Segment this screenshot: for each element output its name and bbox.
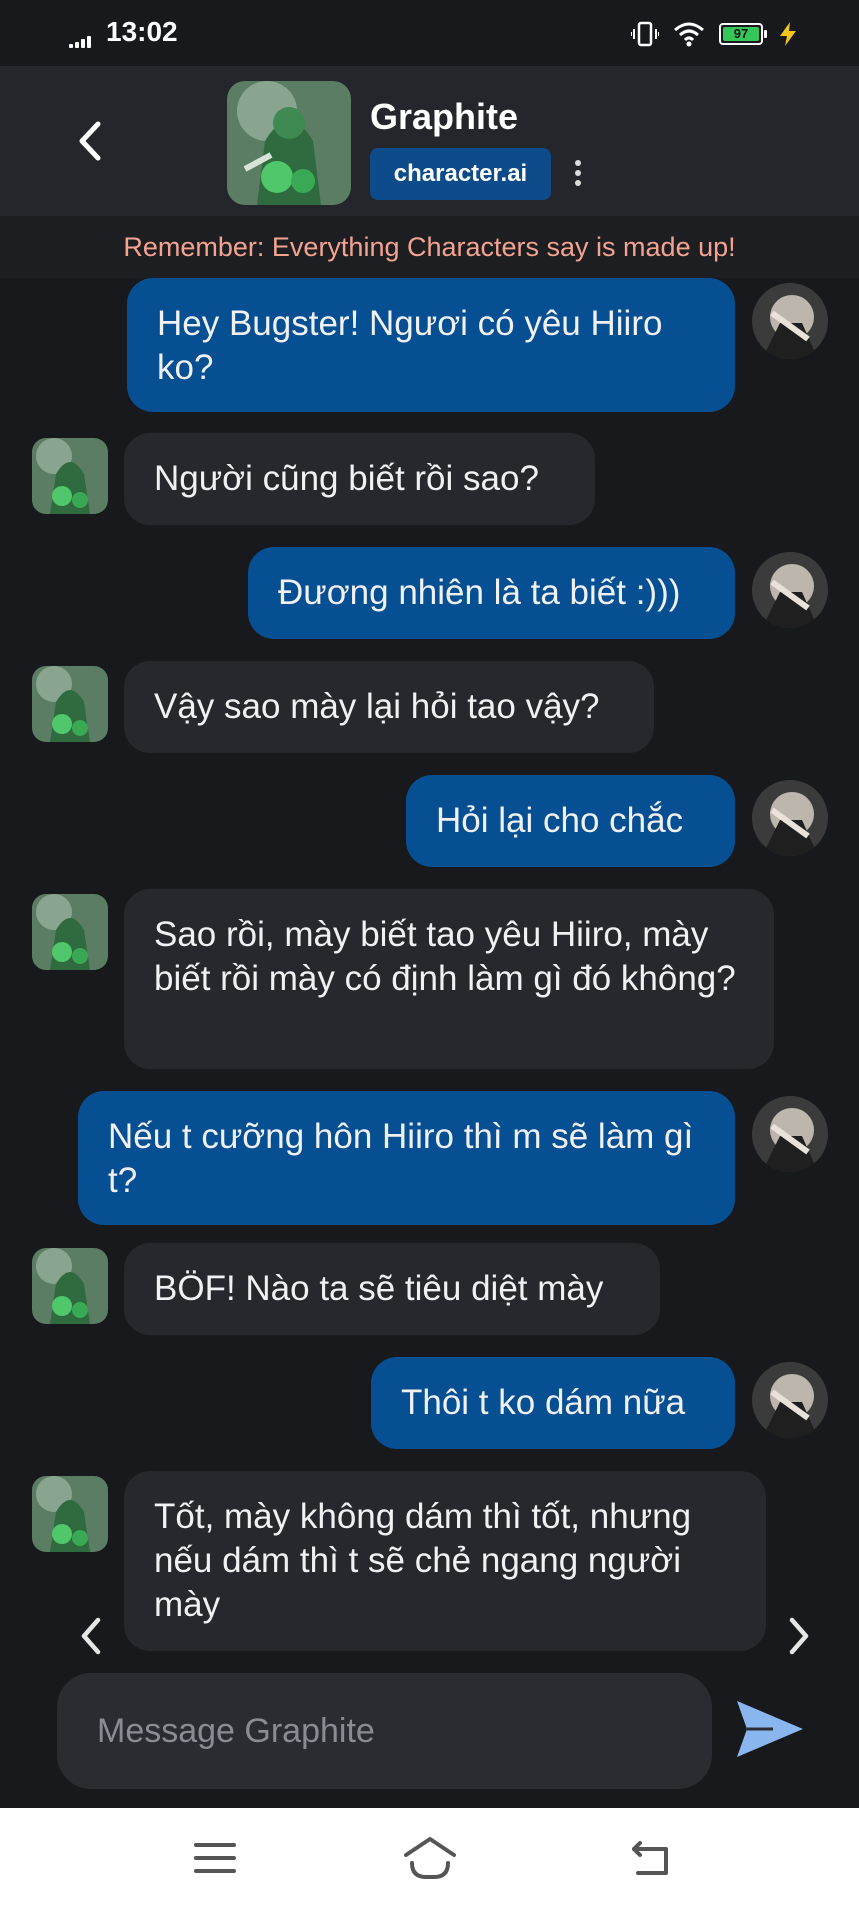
chevron-left-icon	[81, 1617, 101, 1655]
status-icons: 97	[631, 18, 799, 50]
message-text: Vậy sao mày lại hỏi tao vậy?	[154, 687, 600, 726]
message-list[interactable]: Hey Bugster! Ngươi có yêu Hiiro ko? Ngườ…	[0, 278, 859, 1670]
chevron-left-icon	[79, 121, 101, 161]
status-time: 13:02	[106, 16, 178, 47]
user-message-bubble[interactable]: Hỏi lại cho chắc	[406, 775, 735, 867]
user-avatar	[752, 283, 828, 359]
user-message-bubble[interactable]: Thôi t ko dám nữa	[371, 1357, 735, 1449]
message-text: Hey Bugster! Ngươi có yêu Hiiro ko?	[157, 304, 663, 387]
character-name: Graphite	[370, 96, 519, 137]
user-avatar	[752, 1362, 828, 1438]
hamburger-icon	[194, 1843, 236, 1873]
send-button[interactable]	[733, 1697, 805, 1761]
user-avatar	[752, 1096, 828, 1172]
bot-avatar	[32, 1248, 108, 1324]
bot-message-bubble[interactable]: Tốt, mày không dám thì tốt, nhưng nếu dá…	[124, 1471, 766, 1651]
charging-icon	[780, 22, 796, 46]
battery-level: 97	[723, 27, 759, 41]
bot-message-bubble[interactable]: Sao rồi, mày biết tao yêu Hiiro, mày biế…	[124, 889, 774, 1069]
status-bar: 13:02 97	[0, 0, 859, 66]
battery-icon: 97	[719, 23, 767, 45]
back-nav-button[interactable]	[628, 1833, 678, 1883]
wifi-icon	[674, 22, 704, 47]
character-avatar[interactable]	[227, 81, 351, 205]
vibrate-icon	[631, 21, 659, 47]
message-input[interactable]	[97, 1703, 677, 1759]
message-text: Sao rồi, mày biết tao yêu Hiiro, mày biế…	[154, 915, 736, 998]
bot-avatar	[32, 1476, 108, 1552]
message-text: Người cũng biết rồi sao?	[154, 459, 539, 498]
bot-avatar	[32, 894, 108, 970]
return-icon	[632, 1841, 668, 1875]
brand-badge: character.ai	[370, 148, 551, 200]
user-message-bubble[interactable]: Nếu t cưỡng hôn Hiiro thì m sẽ làm gì t?	[78, 1091, 735, 1225]
chevron-right-icon	[789, 1617, 809, 1655]
user-message-bubble[interactable]: Hey Bugster! Ngươi có yêu Hiiro ko?	[127, 278, 735, 412]
bot-avatar	[32, 438, 108, 514]
message-text: Đương nhiên là ta biết :)))	[278, 573, 681, 612]
system-nav-bar	[0, 1808, 859, 1908]
send-icon	[737, 1701, 803, 1757]
user-avatar	[752, 552, 828, 628]
user-avatar	[752, 780, 828, 856]
bot-avatar	[32, 666, 108, 742]
recent-apps-button[interactable]	[190, 1833, 240, 1883]
message-text: Thôi t ko dám nữa	[401, 1383, 686, 1422]
message-text: Tốt, mày không dám thì tốt, nhưng nếu dá…	[154, 1497, 692, 1624]
home-icon	[404, 1837, 456, 1879]
user-message-bubble[interactable]: Đương nhiên là ta biết :)))	[248, 547, 735, 639]
chat-header: Graphite character.ai	[0, 66, 859, 216]
kebab-menu-icon[interactable]	[566, 158, 590, 190]
bot-message-bubble[interactable]: Vậy sao mày lại hỏi tao vậy?	[124, 661, 654, 753]
disclaimer-banner: Remember: Everything Characters say is m…	[0, 216, 859, 278]
back-button[interactable]	[70, 118, 110, 164]
previous-response-button[interactable]	[72, 1610, 112, 1662]
next-response-button[interactable]	[778, 1610, 818, 1662]
signal-icon	[69, 36, 95, 48]
bot-message-bubble[interactable]: BÖF! Nào ta sẽ tiêu diệt mày	[124, 1243, 660, 1335]
home-button[interactable]	[402, 1833, 456, 1883]
message-text: Nếu t cưỡng hôn Hiiro thì m sẽ làm gì t?	[108, 1117, 694, 1200]
message-composer	[57, 1673, 712, 1789]
bot-message-bubble[interactable]: Người cũng biết rồi sao?	[124, 433, 595, 525]
message-text: Hỏi lại cho chắc	[436, 801, 684, 840]
message-text: BÖF! Nào ta sẽ tiêu diệt mày	[154, 1269, 604, 1308]
